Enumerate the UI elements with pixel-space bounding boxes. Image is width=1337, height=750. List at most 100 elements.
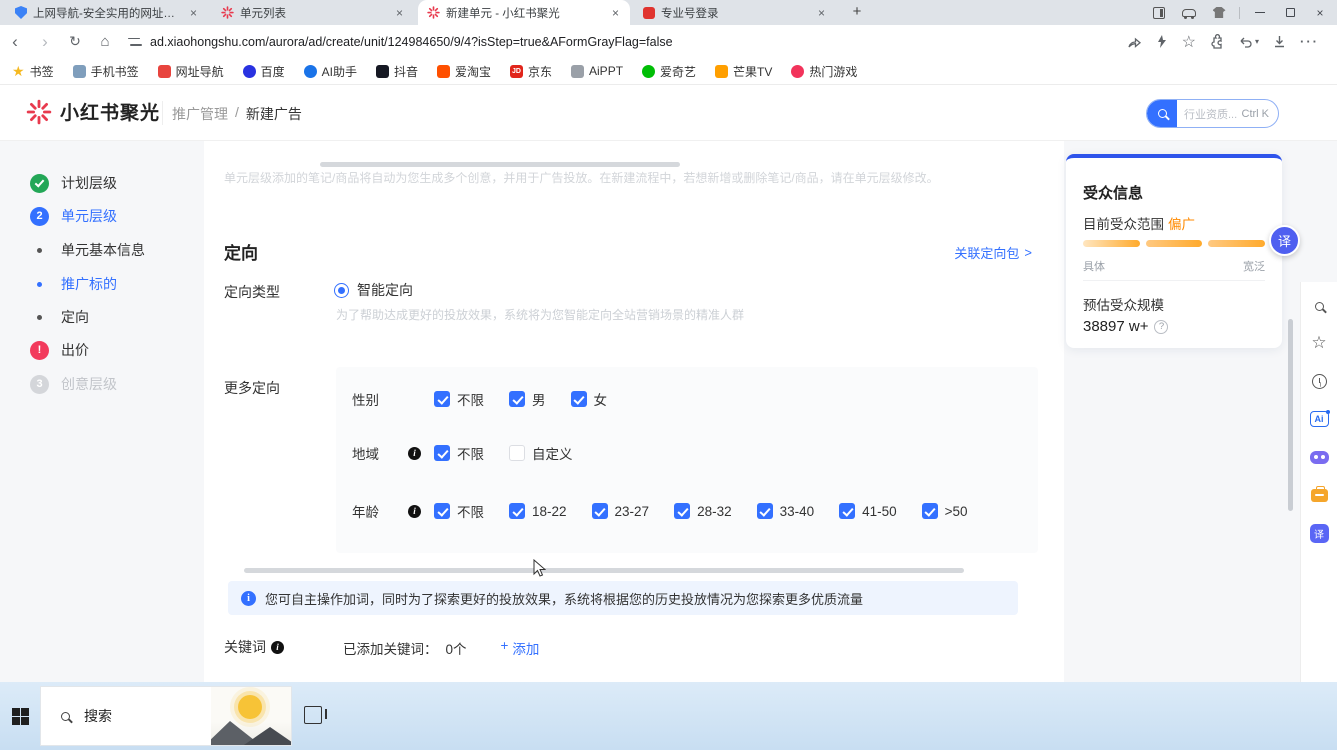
checkbox-age-41-50[interactable]: 41-50 (839, 503, 897, 519)
bookmark-item[interactable]: 网址导航 (158, 63, 224, 80)
bookmark-item[interactable]: AiPPT (571, 64, 623, 78)
step-unit-level[interactable]: 2 单元层级 (30, 206, 117, 226)
checkbox-checked-icon[interactable] (674, 503, 690, 519)
bookmark-item[interactable]: AI助手 (304, 63, 357, 80)
history-dropdown-icon[interactable]: ▾ (1238, 35, 1259, 49)
checkbox-age-18-22[interactable]: 18-22 (509, 503, 567, 519)
tab-close-icon[interactable]: × (610, 6, 621, 20)
smart-targeting-radio[interactable]: 智能定向 (334, 280, 413, 300)
checkbox-gender-male[interactable]: 男 (509, 389, 546, 409)
step-bidding[interactable]: ! 出价 (30, 340, 89, 360)
more-menu-icon[interactable]: ··· (1300, 34, 1319, 49)
ai-panel-icon[interactable]: Ai (1309, 409, 1329, 429)
bookmark-item[interactable]: 芒果TV (715, 63, 772, 80)
bookmark-item[interactable]: 手机书签 (73, 63, 139, 80)
tab-close-icon[interactable]: × (394, 6, 405, 20)
qualification-search-box[interactable]: 行业资质... Ctrl K (1146, 99, 1279, 128)
close-button[interactable]: × (1307, 2, 1333, 24)
maximize-button[interactable] (1277, 2, 1303, 24)
url-field[interactable]: ad.xiaohongshu.com/aurora/ad/create/unit… (128, 35, 1126, 49)
checkbox-checked-icon[interactable] (757, 503, 773, 519)
checkbox-checked-icon[interactable] (509, 503, 525, 519)
tab-pro-login[interactable]: 专业号登录 × (634, 0, 836, 25)
translate-panel-icon[interactable]: 译 (1309, 523, 1329, 543)
checkbox-gender-female[interactable]: 女 (571, 389, 608, 409)
tab-new-unit-active[interactable]: 新建单元 - 小红书聚光 × (418, 0, 630, 25)
sidebar-favorites-icon[interactable]: ☆ (1309, 333, 1329, 353)
checkbox-age-any[interactable]: 不限 (434, 501, 484, 521)
toolbox-briefcase-icon[interactable] (1309, 485, 1329, 505)
windows-start-icon[interactable] (12, 708, 29, 725)
info-icon[interactable]: i (408, 447, 421, 460)
app-logo[interactable]: 小红书聚光 (26, 98, 160, 125)
bookmark-star-icon[interactable]: ☆ (1182, 32, 1196, 52)
checkbox-checked-icon[interactable] (434, 445, 450, 461)
checkbox-checked-icon[interactable] (434, 391, 450, 407)
minimize-button[interactable] (1247, 2, 1273, 24)
checkbox-age-33-40[interactable]: 33-40 (757, 503, 815, 519)
new-tab-button[interactable]: + (846, 2, 868, 24)
home-icon[interactable]: ⌂ (90, 33, 120, 50)
share-icon[interactable] (1126, 34, 1142, 50)
step-promo-target[interactable]: 推广标的 (30, 274, 117, 294)
checkbox-region-custom[interactable]: 自定义 (509, 443, 573, 463)
history-clock-icon[interactable] (1309, 371, 1329, 391)
download-icon[interactable] (1272, 34, 1287, 49)
bookmark-item[interactable]: ★书签 (12, 63, 54, 80)
taskbar-search-box[interactable]: 搜索 (40, 686, 292, 746)
tab-nav-site[interactable]: 上网导航-安全实用的网址导航 × (6, 0, 208, 25)
step-unit-basic-info[interactable]: 单元基本信息 (30, 240, 145, 260)
page-scrollbar-thumb[interactable] (1288, 319, 1293, 511)
checkbox-gender-any[interactable]: 不限 (434, 389, 484, 409)
step-plan-level[interactable]: 计划层级 (30, 173, 117, 193)
checkbox-checked-icon[interactable] (509, 391, 525, 407)
url-text[interactable]: ad.xiaohongshu.com/aurora/ad/create/unit… (150, 35, 673, 49)
horizontal-scrollbar[interactable] (244, 568, 964, 573)
checkbox-age-28-32[interactable]: 28-32 (674, 503, 732, 519)
info-icon[interactable]: i (408, 505, 421, 518)
site-settings-icon[interactable] (128, 37, 142, 47)
game-center-icon[interactable] (1176, 2, 1202, 24)
bookmark-item[interactable]: 爱奇艺 (642, 63, 696, 80)
extensions-puzzle-icon[interactable] (1209, 34, 1225, 50)
tab-unit-list[interactable]: 单元列表 × (212, 0, 414, 25)
checkbox-age-23-27[interactable]: 23-27 (592, 503, 650, 519)
checkbox-checked-icon[interactable] (434, 503, 450, 519)
step-targeting[interactable]: 定向 (30, 307, 89, 327)
tab-close-icon[interactable]: × (816, 6, 827, 20)
checkbox-checked-icon[interactable] (571, 391, 587, 407)
forward-icon[interactable]: › (30, 32, 60, 52)
checkbox-checked-icon[interactable] (839, 503, 855, 519)
theme-skin-icon[interactable] (1206, 2, 1232, 24)
lightning-icon[interactable] (1155, 34, 1169, 49)
back-icon[interactable]: ‹ (0, 32, 30, 52)
radio-selected-icon[interactable] (334, 283, 349, 298)
bookmark-item[interactable]: 百度 (243, 63, 285, 80)
info-icon[interactable]: i (271, 641, 284, 654)
horizontal-scrollbar[interactable] (320, 162, 680, 167)
tab-close-icon[interactable]: × (188, 6, 199, 20)
add-keyword-button[interactable]: +添加 (501, 638, 540, 658)
checkbox-unchecked-icon[interactable] (509, 445, 525, 461)
reader-panel-icon[interactable] (1146, 2, 1172, 24)
checkbox-region-any[interactable]: 不限 (434, 443, 484, 463)
checkbox-age-50plus[interactable]: >50 (922, 503, 968, 519)
bookmark-item[interactable]: 热门游戏 (791, 63, 857, 80)
games-gamepad-icon[interactable] (1309, 447, 1329, 467)
breadcrumb-promo-mgmt[interactable]: 推广管理 (172, 104, 228, 124)
question-icon[interactable]: ? (1154, 320, 1168, 334)
unit-level-note: 单元层级添加的笔记/商品将自动为您生成多个创意，并用于广告投放。在新建流程中，若… (224, 169, 984, 186)
bookmark-item[interactable]: 抖音 (376, 63, 418, 80)
sidebar-search-icon[interactable] (1309, 296, 1329, 316)
targeting-pack-link[interactable]: 关联定向包> (954, 243, 1032, 262)
task-view-icon[interactable] (304, 706, 322, 724)
step-creative-level[interactable]: 3 创意层级 (30, 374, 117, 394)
reload-icon[interactable]: ↻ (60, 33, 90, 50)
translate-float-button[interactable]: 译 (1269, 225, 1300, 256)
bookmark-item[interactable]: JD京东 (510, 63, 552, 80)
search-highlight-image[interactable] (211, 687, 291, 745)
bookmark-item[interactable]: 爱淘宝 (437, 63, 491, 80)
checkbox-checked-icon[interactable] (592, 503, 608, 519)
checkbox-checked-icon[interactable] (922, 503, 938, 519)
search-button[interactable] (1147, 99, 1177, 128)
